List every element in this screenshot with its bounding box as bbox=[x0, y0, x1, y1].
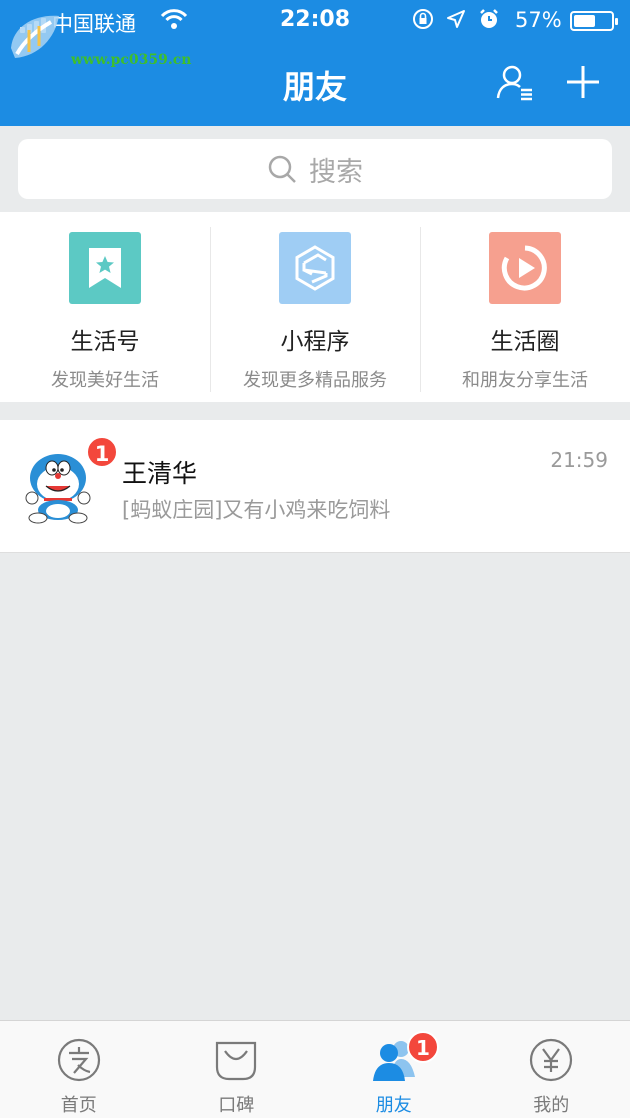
feature-title: 小程序 bbox=[280, 329, 350, 355]
feature-subtitle: 和朋友分享生活 bbox=[462, 370, 588, 391]
watermark-leaf-icon bbox=[11, 15, 59, 58]
battery-level bbox=[574, 15, 595, 27]
tab-label: 朋友 bbox=[375, 1095, 412, 1116]
feature-icon-box bbox=[489, 232, 561, 304]
tab-label: 首页 bbox=[60, 1095, 97, 1116]
feature-row: 生活号 发现美好生活 小程序 发现更多精品服务 生活圈 和朋友分享生活 bbox=[0, 212, 630, 402]
feature-subtitle: 发现更多精品服务 bbox=[243, 370, 387, 391]
yuan-icon bbox=[530, 1038, 573, 1082]
chat-time: 21:59 bbox=[550, 448, 608, 472]
location-icon bbox=[447, 10, 465, 28]
page-title: 朋友 bbox=[282, 68, 347, 106]
search-placeholder: 搜索 bbox=[309, 156, 363, 188]
tab-bar: 首页 口碑 朋友 1 我的 bbox=[0, 1020, 630, 1118]
feature-mini-program[interactable]: 小程序 发现更多精品服务 bbox=[210, 212, 420, 402]
chat-name: 王清华 bbox=[122, 459, 198, 488]
tab-home[interactable]: 首页 bbox=[0, 1021, 158, 1118]
app-header: 中国联通 22:08 57% www.pc0359.cn 朋友 bbox=[0, 0, 630, 126]
alipay-icon bbox=[57, 1038, 100, 1082]
feature-icon-box bbox=[69, 232, 141, 304]
koubei-icon bbox=[216, 1041, 257, 1081]
contacts-icon[interactable] bbox=[494, 62, 534, 102]
tab-label: 口碑 bbox=[218, 1095, 255, 1116]
rotation-lock-icon bbox=[413, 9, 433, 29]
feature-title: 生活号 bbox=[70, 329, 140, 355]
search-input[interactable]: 搜索 bbox=[18, 139, 612, 199]
play-circle-icon bbox=[501, 245, 547, 291]
feature-subtitle: 发现美好生活 bbox=[51, 370, 159, 391]
chat-preview: [蚂蚁庄园]又有小鸡来吃饲料 bbox=[122, 498, 391, 522]
tab-badge: 1 bbox=[407, 1031, 439, 1063]
search-icon bbox=[268, 155, 296, 183]
battery-percent: 57% bbox=[515, 8, 562, 32]
feature-life-circle[interactable]: 生活圈 和朋友分享生活 bbox=[420, 212, 630, 402]
add-button[interactable] bbox=[563, 62, 603, 102]
feature-life-account[interactable]: 生活号 发现美好生活 bbox=[0, 212, 210, 402]
bookmark-star-icon bbox=[89, 248, 121, 288]
battery-icon bbox=[570, 11, 618, 31]
tab-label: 我的 bbox=[533, 1095, 570, 1116]
watermark-logo: www.pc0359.cn bbox=[5, 8, 205, 68]
unread-badge: 1 bbox=[86, 436, 118, 468]
status-icons bbox=[412, 8, 500, 30]
tab-friends[interactable]: 朋友 1 bbox=[315, 1021, 473, 1118]
feature-title: 生活圈 bbox=[490, 329, 560, 355]
tab-koubei[interactable]: 口碑 bbox=[158, 1021, 316, 1118]
tab-mine[interactable]: 我的 bbox=[473, 1021, 630, 1118]
alarm-icon bbox=[480, 9, 498, 28]
mini-program-icon bbox=[295, 245, 335, 291]
feature-icon-box bbox=[279, 232, 351, 304]
